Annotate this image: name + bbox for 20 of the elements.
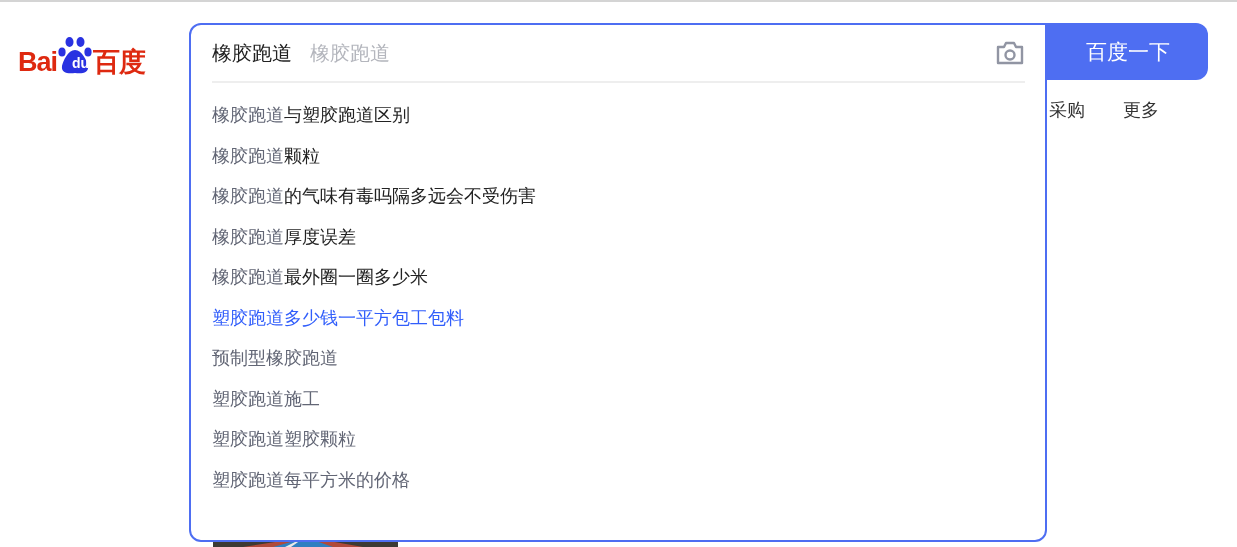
suggestion-item[interactable]: 橡胶跑道颗粒 xyxy=(212,135,1025,176)
suggestion-item[interactable]: 塑胶跑道多少钱一平方包工包料 xyxy=(212,297,1025,338)
suggestion-item[interactable]: 橡胶跑道的气味有毒吗隔多远会不受伤害 xyxy=(212,176,1025,217)
logo-text: Bai xyxy=(18,46,58,77)
search-button[interactable]: 百度一下 xyxy=(1047,23,1208,80)
search-field[interactable]: 橡胶跑道 xyxy=(212,39,292,67)
logo-text: du xyxy=(72,54,90,71)
suggestion-item[interactable]: 橡胶跑道与塑胶跑道区别 xyxy=(212,95,1025,136)
suggestion-item[interactable]: 橡胶跑道最外圈一圈多少米 xyxy=(212,257,1025,298)
search-hint: 橡胶跑道 xyxy=(310,39,390,67)
suggestion-item[interactable]: 塑胶跑道塑胶颗粒 xyxy=(212,419,1025,460)
paw-icon xyxy=(58,34,93,75)
camera-icon[interactable] xyxy=(995,40,1025,66)
suggestion-item[interactable]: 预制型橡胶跑道 xyxy=(212,338,1025,379)
suggestion-item[interactable]: 塑胶跑道施工 xyxy=(212,378,1025,419)
logo-text: 百度 xyxy=(93,46,146,77)
suggestion-item[interactable]: 橡胶跑道厚度误差 xyxy=(212,216,1025,257)
nav-link[interactable]: 采购 xyxy=(1049,98,1085,122)
nav-link[interactable]: 更多 xyxy=(1123,98,1159,122)
suggestion-item[interactable]: 塑胶跑道每平方米的价格 xyxy=(212,459,1025,500)
